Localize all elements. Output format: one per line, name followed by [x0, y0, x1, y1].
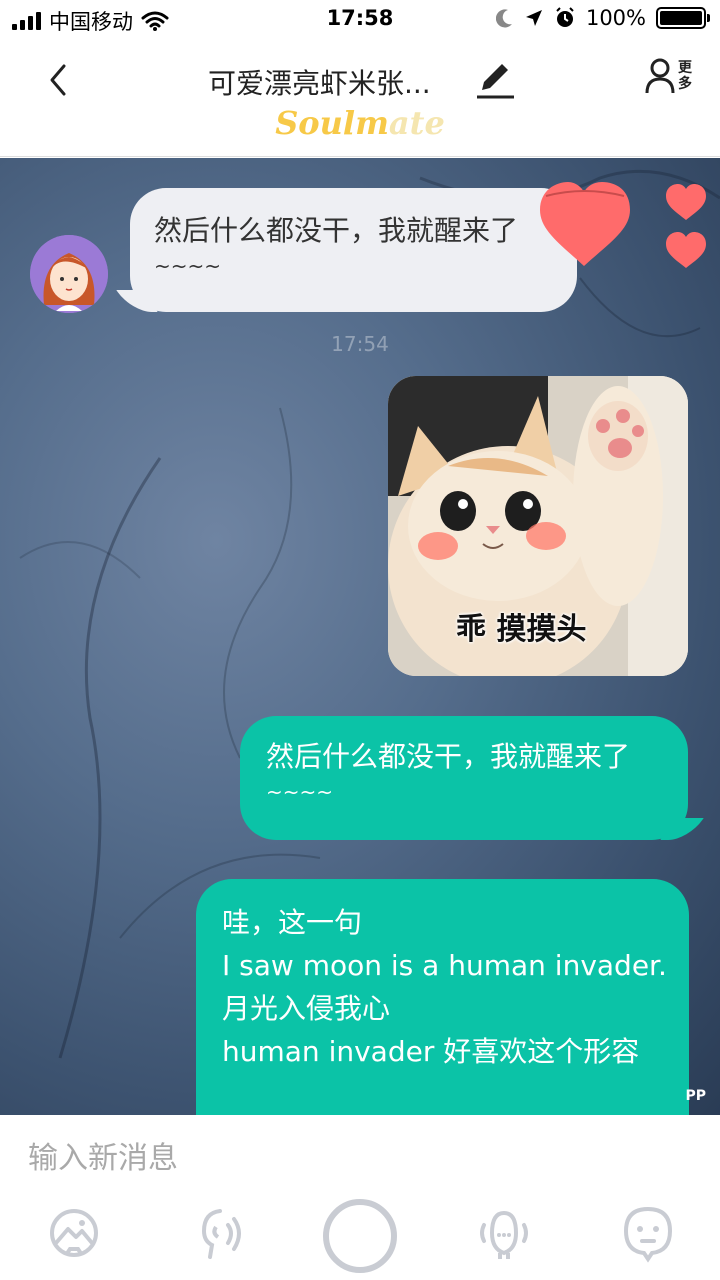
user-icon: [645, 58, 675, 94]
back-icon[interactable]: [40, 58, 80, 102]
message-line: 哇，这一句: [222, 906, 363, 939]
alarm-icon: [556, 7, 574, 27]
watermark: PP: [685, 1088, 706, 1104]
edit-pencil-icon[interactable]: [474, 60, 516, 100]
cat-sticker-image[interactable]: 乖 摸摸头: [388, 376, 688, 676]
message-text: 然后什么都没干，我就醒来了: [154, 214, 519, 247]
toolbar: [0, 1195, 720, 1275]
battery-label: 100%: [585, 6, 646, 30]
chat-area[interactable]: 然后什么都没干，我就醒来了 ~~~~ 17:54 乖 摸摸头 然后什么都没干，我…: [0, 158, 720, 1115]
outgoing-message-bubble[interactable]: 哇，这一句 I saw moon is a human invader. 月光入…: [196, 879, 689, 1115]
outgoing-message-bubble[interactable]: 然后什么都没干，我就醒来了 ~~~~: [240, 716, 688, 840]
avatar[interactable]: [30, 235, 108, 313]
more-button[interactable]: 更多: [644, 58, 696, 94]
brand-part2: ate: [388, 104, 445, 142]
message-line: 月光入侵我心: [222, 992, 391, 1025]
brand-part1: Soulm: [275, 104, 389, 142]
mask-icon[interactable]: [474, 1203, 534, 1263]
message-text: 然后什么都没干，我就醒来了: [266, 740, 631, 773]
status-right: 100%: [495, 6, 710, 30]
message-line: I saw moon is a human invader.: [222, 949, 667, 982]
message-input[interactable]: 输入新消息: [28, 1133, 178, 1177]
emoji-icon[interactable]: [618, 1203, 678, 1263]
soulmate-logo: Soulmate: [0, 104, 720, 142]
location-icon: [525, 10, 542, 26]
incoming-message-bubble[interactable]: 然后什么都没干，我就醒来了 ~~~~: [130, 188, 577, 312]
voice-face-icon[interactable]: [186, 1203, 246, 1263]
moon-icon: [495, 9, 512, 28]
message-timestamp: 17:54: [331, 332, 389, 356]
more-label: 更多: [678, 60, 692, 92]
message-tail-text: ~~~~: [266, 780, 334, 804]
message-line: human invader 好喜欢这个形容: [222, 1035, 640, 1068]
battery-icon: [656, 7, 710, 29]
composer: 输入新消息: [0, 1115, 720, 1280]
sticker-caption: 乖 摸摸头: [456, 612, 587, 647]
status-bar: 中国移动 17:58 100%: [0, 0, 720, 40]
photo-icon[interactable]: [44, 1203, 104, 1263]
message-tail-text: ~~~~: [154, 254, 222, 278]
hearts-icon: [540, 182, 706, 268]
girl-avatar-icon: [30, 235, 108, 313]
chat-header: 可爱漂亮虾米张... 更多 Soulmate: [0, 40, 720, 157]
record-button[interactable]: [323, 1199, 397, 1273]
chat-title[interactable]: 可爱漂亮虾米张...: [208, 62, 431, 102]
